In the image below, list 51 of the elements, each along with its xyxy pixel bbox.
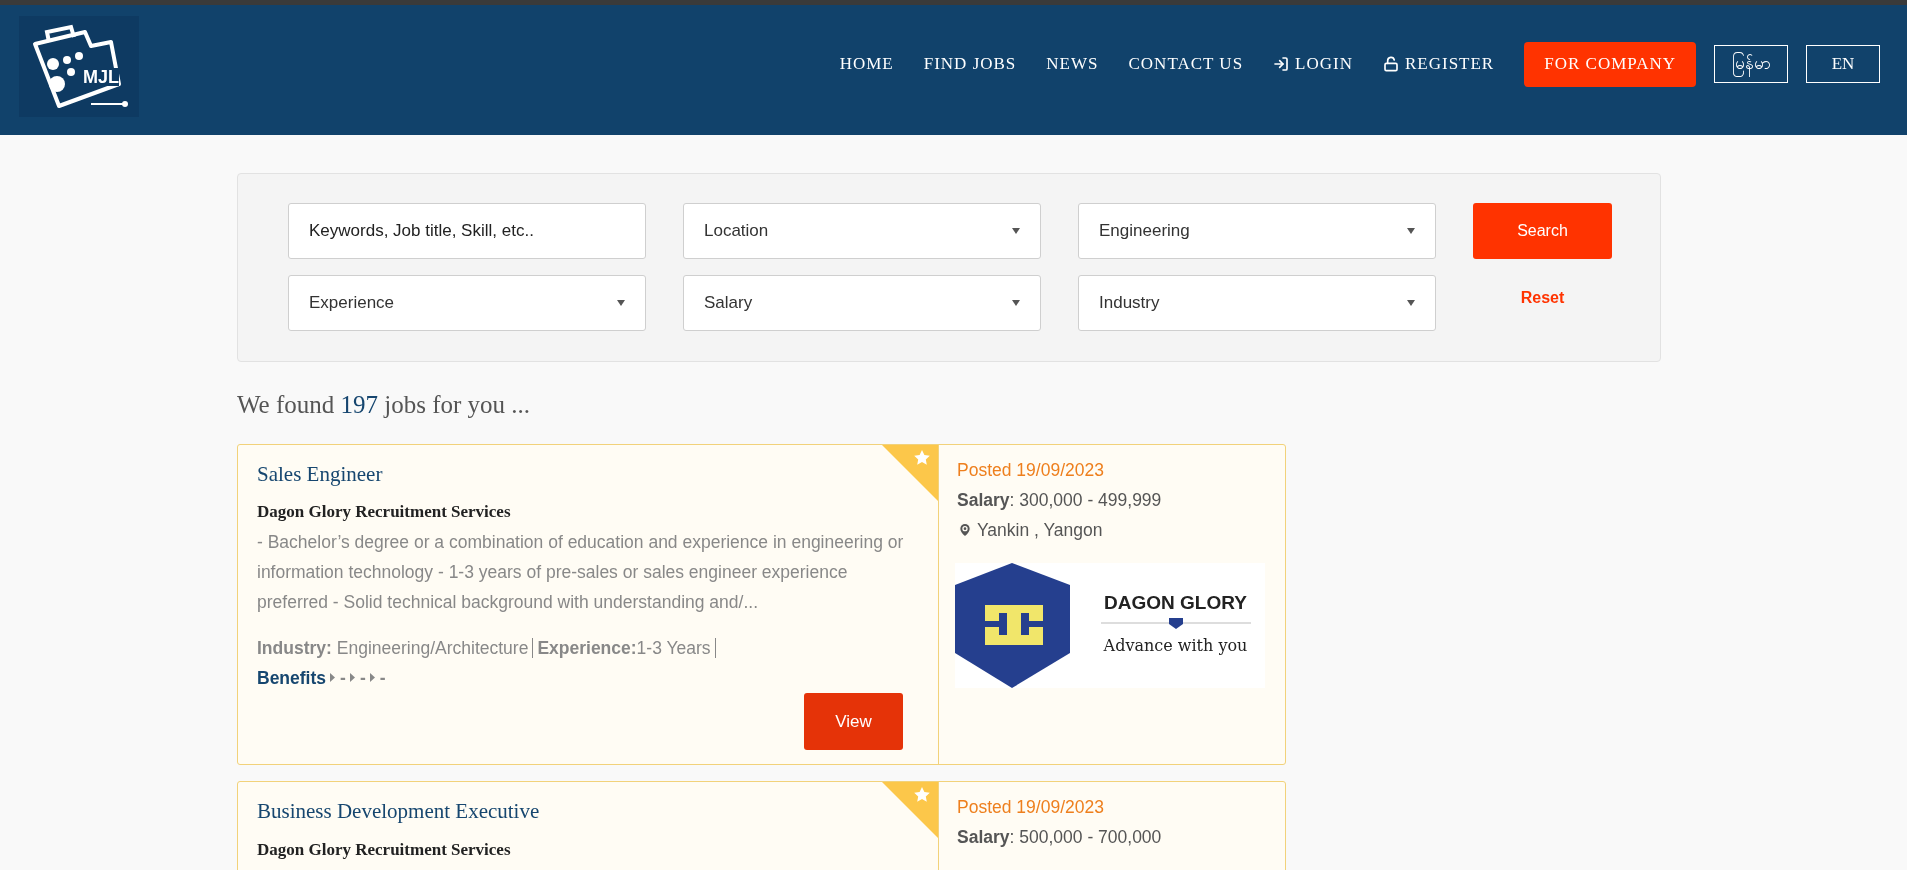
triangle-icon bbox=[369, 673, 375, 683]
job-description: - Bachelor’s degree or a combination of education and experience in engineering or information technology - 1-3 years of pre-sales or sales engineer experience preferred - Solid technical background with understanding and/... bbox=[257, 530, 905, 614]
select-field[interactable]: Experience bbox=[288, 275, 646, 331]
nav-link[interactable]: NEWS bbox=[1046, 51, 1099, 77]
industry-text: Industry: Engineering/Architecture bbox=[257, 636, 530, 660]
nav-link[interactable]: REGISTER bbox=[1383, 51, 1495, 77]
select-field[interactable]: Salary bbox=[683, 275, 1041, 331]
caret-icon bbox=[1012, 300, 1020, 306]
company-name: Dagon Glory Recruitment Services bbox=[257, 501, 512, 523]
view-button[interactable]: View bbox=[804, 693, 903, 750]
nav-link[interactable]: HOME bbox=[839, 51, 894, 77]
site-logo[interactable]: MJL bbox=[19, 15, 139, 117]
language-button[interactable]: မြန်မာ bbox=[1714, 45, 1788, 83]
results-heading: We found 197 jobs for you ... bbox=[237, 390, 532, 420]
select-field[interactable]: Industry bbox=[1078, 275, 1436, 331]
caret-icon bbox=[1407, 228, 1415, 234]
job-title-link[interactable]: Sales Engineer bbox=[257, 458, 906, 490]
job-title-link[interactable]: Business Development Executive bbox=[257, 796, 906, 828]
triangle-icon bbox=[349, 673, 355, 683]
posted-date: Posted 19/09/2023 bbox=[957, 796, 1105, 819]
benefit-text: - bbox=[340, 666, 346, 690]
logo-icon bbox=[955, 563, 1070, 689]
salary-text: Salary: 500,000 - 700,000 bbox=[957, 826, 1163, 850]
caret-icon bbox=[617, 300, 625, 306]
logo-name: DAGON GLORY bbox=[1104, 593, 1247, 613]
select-field[interactable]: Engineering bbox=[1078, 203, 1436, 259]
nav-link[interactable]: FIND JOBS bbox=[923, 51, 1017, 77]
logo-text: MJL bbox=[83, 67, 119, 86]
select-field[interactable]: Location bbox=[683, 203, 1041, 259]
map-pin-icon bbox=[957, 522, 973, 539]
logo-tagline: Advance with you bbox=[1103, 635, 1248, 658]
experience-text: Experience:1-3 Years bbox=[536, 636, 712, 660]
caret-icon bbox=[1407, 300, 1415, 306]
logo-divider-icon bbox=[1100, 616, 1251, 631]
company-name: Dagon Glory Recruitment Services bbox=[257, 838, 512, 861]
nav-link[interactable]: LOGIN bbox=[1273, 51, 1353, 77]
nav-link[interactable]: CONTACT US bbox=[1128, 51, 1244, 77]
posted-date: Posted 19/09/2023 bbox=[957, 458, 1105, 482]
login-icon bbox=[1273, 56, 1290, 72]
search-button[interactable]: Search bbox=[1473, 203, 1612, 259]
language-button[interactable]: EN bbox=[1806, 45, 1880, 83]
triangle-icon bbox=[330, 673, 336, 683]
benefit-text: - bbox=[359, 666, 366, 690]
for-company-button[interactable]: FOR COMPANY bbox=[1524, 41, 1696, 87]
caret-icon bbox=[1012, 228, 1020, 234]
benefit-text: - bbox=[379, 666, 386, 690]
location-text: Yankin , Yangon bbox=[977, 519, 1103, 542]
keyword-field[interactable]: Keywords, Job title, Skill, etc.. bbox=[288, 203, 646, 259]
benefits-label: Benefits bbox=[257, 666, 327, 690]
unlock-icon bbox=[1383, 56, 1399, 72]
salary-text: Salary: 300,000 - 499,999 bbox=[957, 488, 1163, 512]
